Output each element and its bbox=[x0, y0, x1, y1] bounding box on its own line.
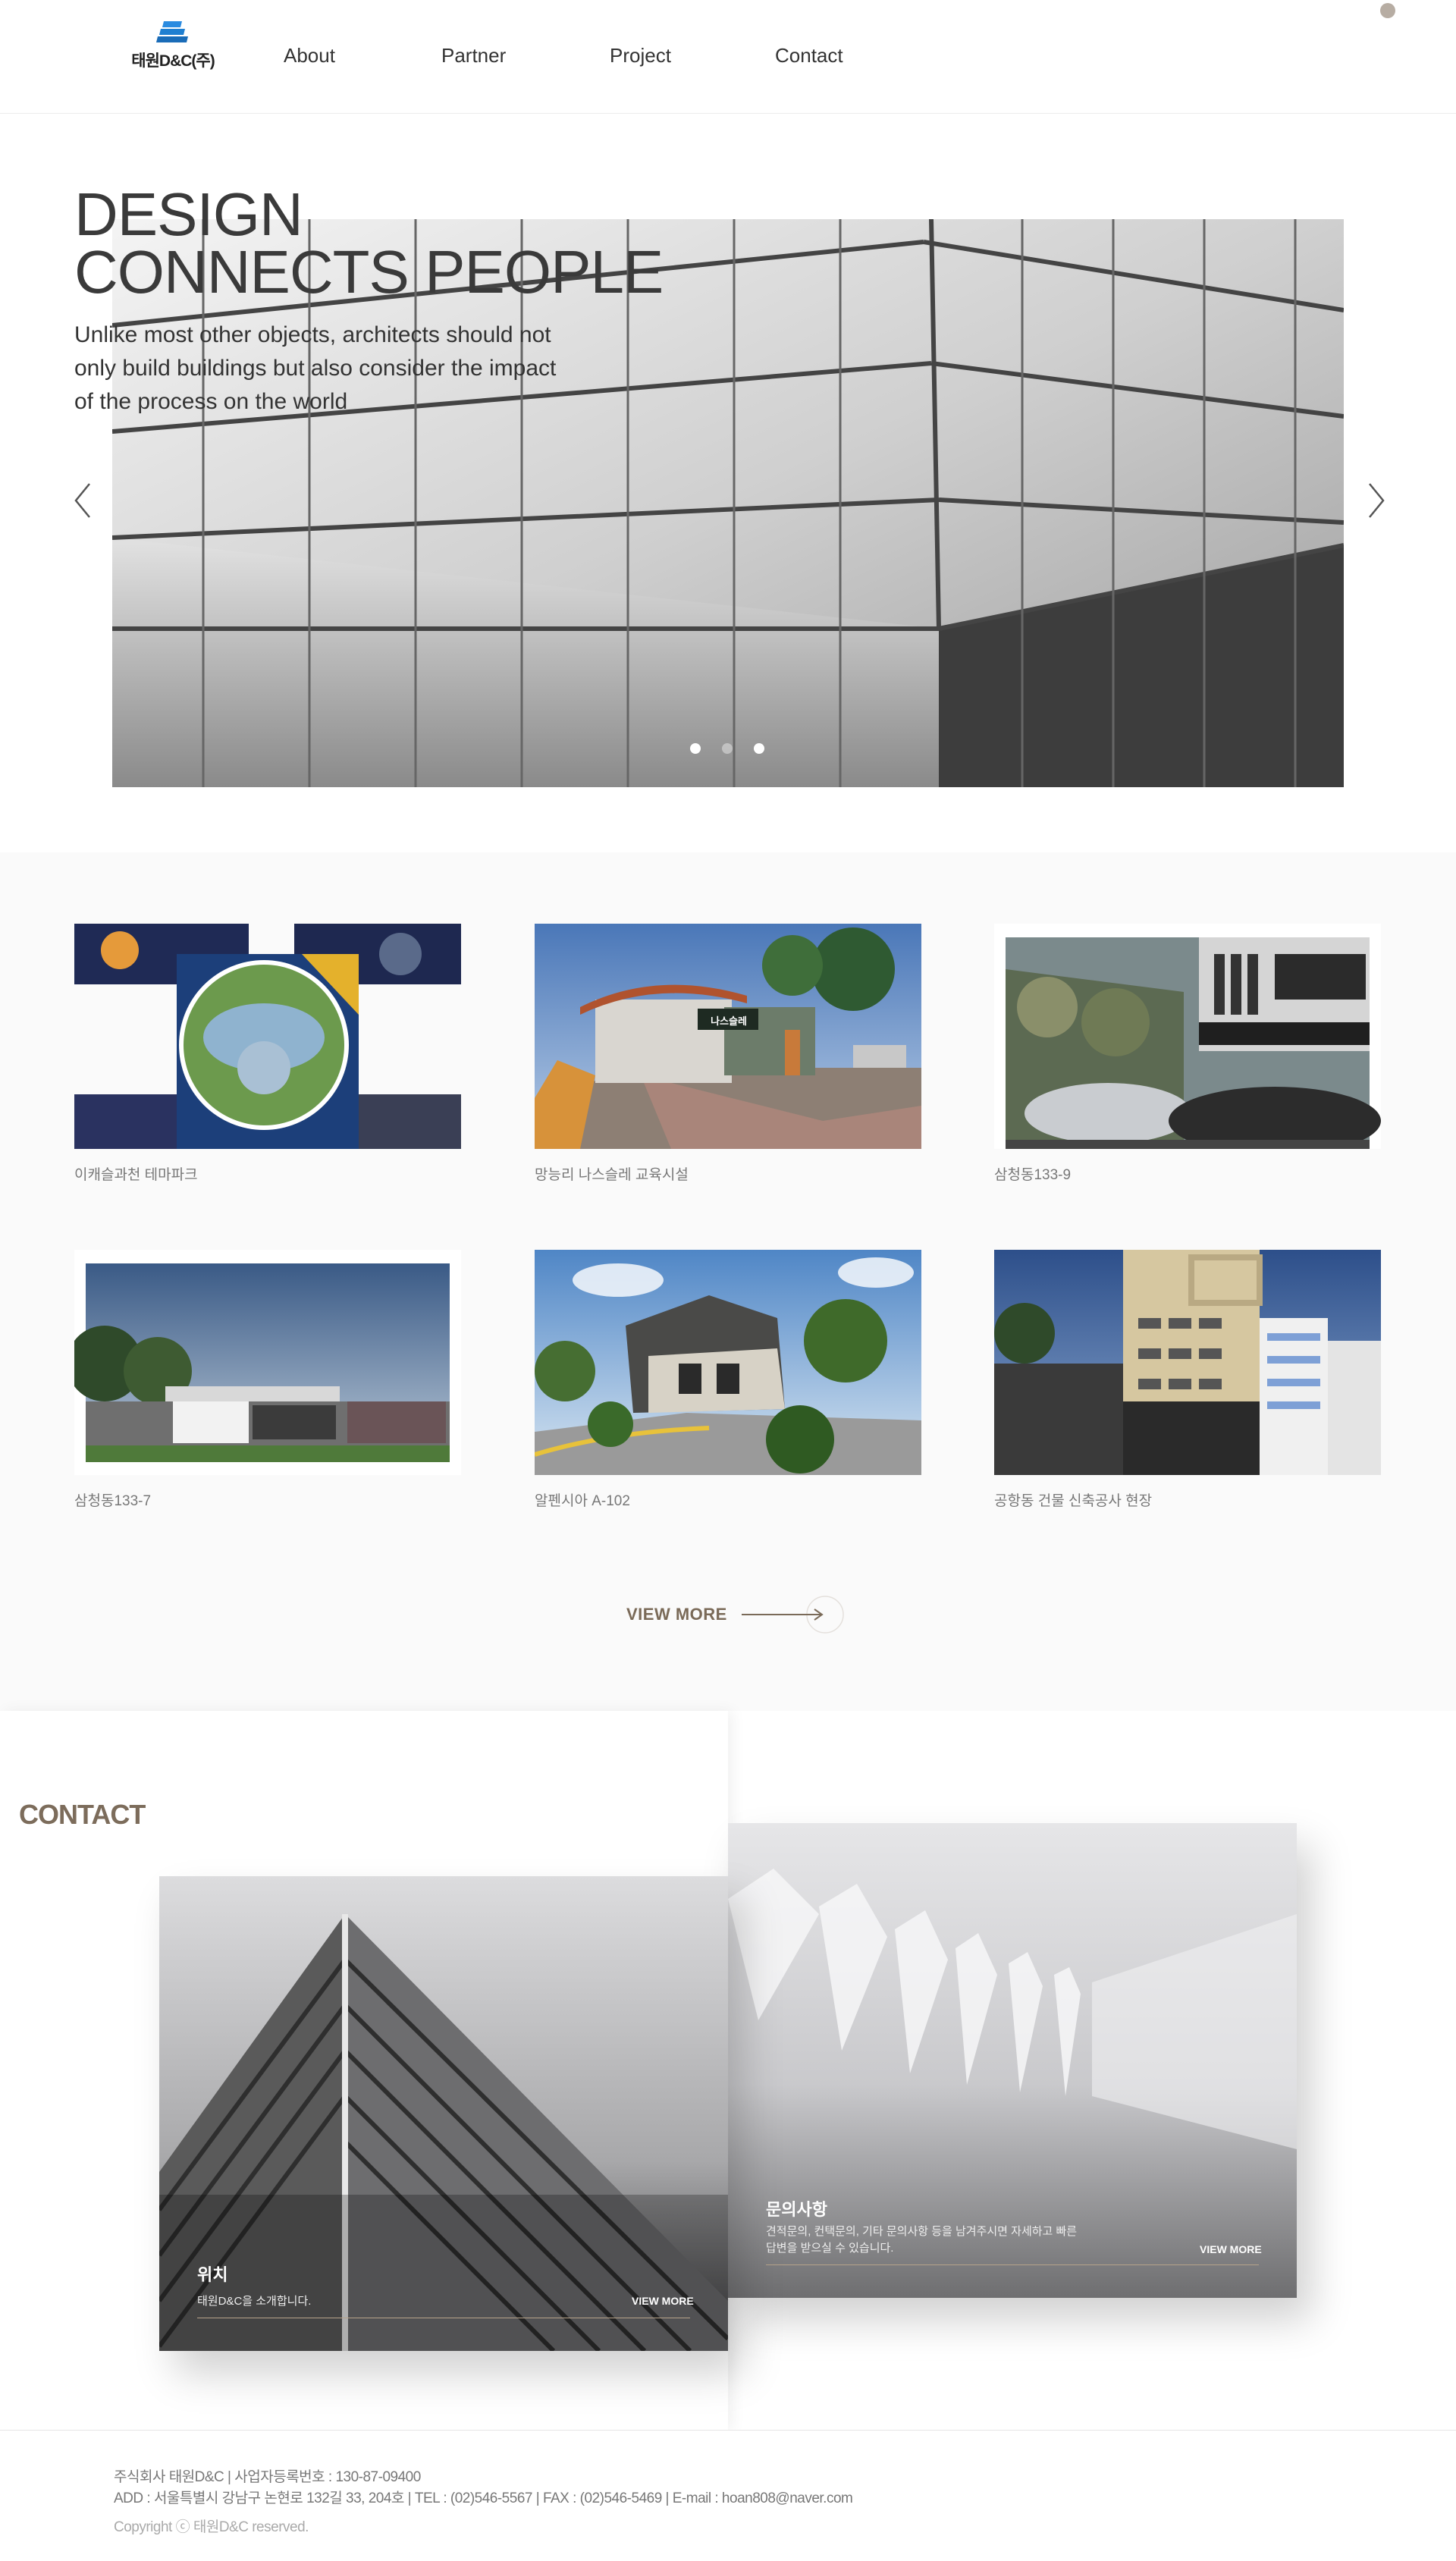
project-image bbox=[994, 1250, 1381, 1475]
hero-slider: DESIGN CONNECTS PEOPLE Unlike most other… bbox=[0, 114, 1456, 852]
footer-company-info: 주식회사 태원D&C | 사업자등록번호 : 130-87-09400 bbox=[114, 2469, 421, 2485]
inquiry-card-divider bbox=[766, 2264, 1259, 2265]
footer-address: ADD : 서울특별시 강남구 논현로 132길 33, 204호 | TEL … bbox=[114, 2490, 853, 2506]
nav-contact[interactable]: Contact bbox=[775, 44, 843, 67]
project-caption: 삼청동133-7 bbox=[74, 1493, 152, 1509]
project-image bbox=[535, 1250, 921, 1475]
arrow-right-icon bbox=[742, 1596, 844, 1634]
slide-dot-1[interactable] bbox=[690, 743, 701, 754]
footer-copyright: Copyright ⓒ 태원D&C reserved. bbox=[114, 2519, 309, 2535]
prev-slide-arrow-icon[interactable] bbox=[68, 478, 99, 523]
company-logo[interactable]: 태원D&C(주) bbox=[127, 20, 218, 73]
project-image bbox=[74, 924, 461, 1149]
logo-text: 태원D&C(주) bbox=[131, 52, 215, 70]
hero-description: Unlike most other objects, architects sh… bbox=[74, 322, 557, 414]
inquiry-card-desc-2: 답변을 받으실 수 있습니다. bbox=[766, 2242, 894, 2255]
location-view-more-link[interactable]: VIEW MORE bbox=[632, 2295, 694, 2307]
project-caption: 공항동 건물 신축공사 현장 bbox=[994, 1493, 1153, 1509]
slide-dot-2[interactable] bbox=[722, 743, 733, 754]
inquiry-card[interactable]: 문의사항 견적문의, 컨택문의, 기타 문의사항 등을 남겨주시면 자세하고 빠… bbox=[728, 1823, 1297, 2298]
logo-icon bbox=[156, 21, 188, 42]
hero-title: DESIGN CONNECTS PEOPLE bbox=[74, 180, 664, 306]
next-slide-arrow-icon[interactable] bbox=[1360, 478, 1391, 523]
inquiry-card-desc-1: 견적문의, 컨택문의, 기타 문의사항 등을 남겨주시면 자세하고 빠른 bbox=[766, 2225, 1078, 2238]
project-image bbox=[994, 924, 1381, 1149]
nav-about[interactable]: About bbox=[284, 44, 335, 67]
location-card-title: 위치 bbox=[197, 2265, 228, 2284]
site-footer: 주식회사 태원D&C | 사업자등록번호 : 130-87-09400 ADD … bbox=[0, 2430, 1456, 2561]
inquiry-card-title: 문의사항 bbox=[766, 2200, 827, 2219]
contact-title: CONTACT bbox=[19, 1799, 146, 1830]
project-caption: 삼청동133-9 bbox=[994, 1167, 1072, 1183]
view-more-label: VIEW MORE bbox=[626, 1605, 727, 1624]
project-image: 나스슬레 bbox=[535, 924, 921, 1149]
project-image bbox=[74, 1250, 461, 1475]
hero-title-line2: CONNECTS PEOPLE bbox=[74, 238, 664, 306]
top-indicator-dot bbox=[1380, 3, 1395, 18]
view-more-projects-button[interactable]: VIEW MORE bbox=[626, 1596, 854, 1634]
nav-partner[interactable]: Partner bbox=[441, 44, 506, 67]
project-caption: 망능리 나스슬레 교육시설 bbox=[535, 1167, 689, 1183]
hero-title-line1: DESIGN bbox=[74, 180, 303, 248]
site-header: 태원D&C(주) About Partner Project Contact bbox=[0, 0, 1456, 114]
location-card[interactable]: 위치 태원D&C을 소개합니다. VIEW MORE bbox=[159, 1876, 728, 2351]
projects-section: 이캐슬과천 테마파크 나스슬레 망능리 나스슬레 교육시설 삼청동133-9 삼… bbox=[0, 852, 1456, 1711]
location-card-desc: 태원D&C을 소개합니다. bbox=[197, 2295, 312, 2308]
slide-dot-3[interactable] bbox=[754, 743, 764, 754]
project-caption: 이캐슬과천 테마파크 bbox=[74, 1167, 198, 1183]
nav-project[interactable]: Project bbox=[610, 44, 671, 67]
contact-section: CONTACT 문의사항 견적문의, 컨택문의, 기타 문의사항 등을 남겨주시… bbox=[0, 1711, 1456, 2430]
project-building-sign: 나스슬레 bbox=[711, 1015, 747, 1027]
project-caption: 알펜시아 A-102 bbox=[535, 1493, 630, 1509]
inquiry-view-more-link[interactable]: VIEW MORE bbox=[1200, 2243, 1262, 2255]
